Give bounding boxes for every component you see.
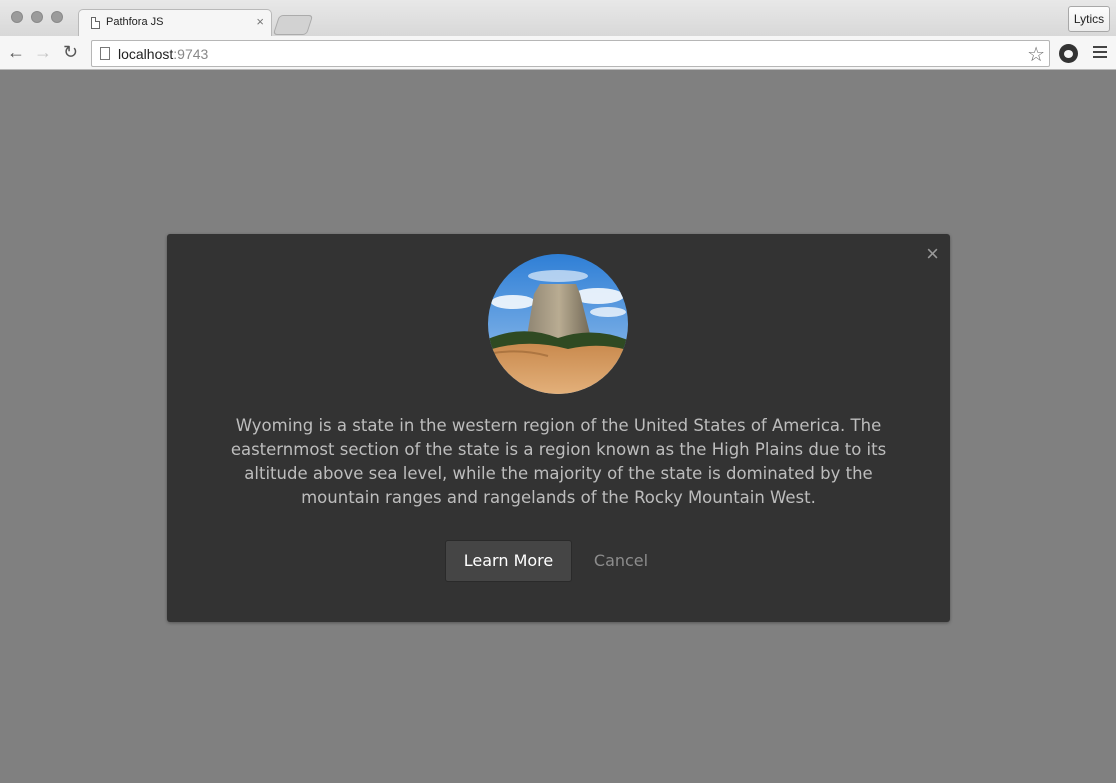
back-arrow-icon[interactable]: ← [7, 42, 25, 62]
cancel-button[interactable]: Cancel [587, 540, 655, 582]
forward-arrow-icon[interactable]: → [34, 42, 52, 62]
tab-title: Pathfora JS [106, 16, 164, 28]
new-tab-button[interactable] [272, 15, 314, 35]
browser-tab[interactable]: Pathfora JS × [78, 9, 272, 36]
browser-titlebar: Pathfora JS × Lytics [0, 0, 1116, 36]
window-close-dot[interactable] [11, 11, 23, 23]
page-icon [100, 47, 110, 60]
modal-message: Wyoming is a state in the western region… [230, 416, 887, 507]
browser-menu-icon[interactable] [1093, 46, 1107, 61]
browser-toolbar: ← → ↻ localhost:9743 ☆ [0, 36, 1116, 70]
url-port: :9743 [173, 46, 209, 62]
github-extension-icon[interactable] [1059, 44, 1078, 63]
page-favicon-icon [91, 17, 100, 29]
url-host: localhost [118, 46, 174, 62]
devils-tower-photo [488, 254, 628, 394]
tab-close-icon[interactable]: × [256, 14, 264, 29]
learn-more-button[interactable]: Learn More [445, 540, 572, 582]
window-zoom-dot[interactable] [51, 11, 63, 23]
reload-icon[interactable]: ↻ [63, 42, 78, 62]
modal-image [488, 254, 628, 394]
url-text[interactable]: localhost:9743 [118, 46, 208, 62]
pathfora-modal: × Wyoming is a state in the western regi… [167, 234, 950, 622]
profile-button[interactable]: Lytics [1068, 6, 1110, 32]
modal-close-icon[interactable]: × [926, 242, 939, 266]
address-bar[interactable]: localhost:9743 ☆ [91, 40, 1050, 67]
bookmark-star-icon[interactable]: ☆ [1027, 42, 1045, 67]
window-minimize-dot[interactable] [31, 11, 43, 23]
